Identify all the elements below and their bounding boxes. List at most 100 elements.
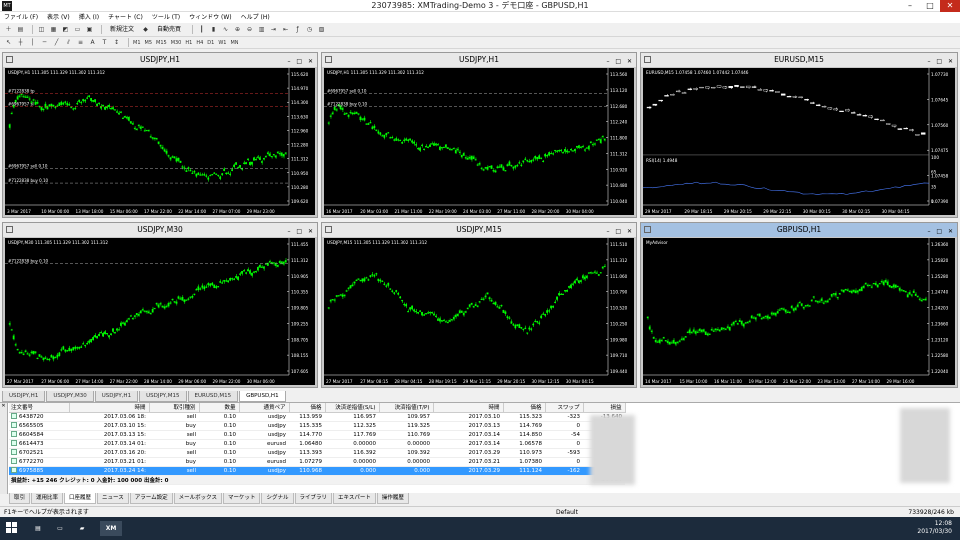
chart-shift-icon[interactable]: ⇤ bbox=[281, 25, 290, 34]
menu-view[interactable]: 表示 (V) bbox=[47, 12, 70, 23]
market-watch-icon[interactable]: ◫ bbox=[37, 25, 46, 34]
indicators-icon[interactable]: ƒ bbox=[293, 25, 302, 34]
chart-svg[interactable]: 113.560 113.120 112.680 112.240 111.800 111.3… bbox=[324, 68, 634, 215]
auto-scroll-icon[interactable]: ⇥ bbox=[269, 25, 278, 34]
timeframe-h4[interactable]: H4 bbox=[196, 40, 203, 46]
terminal-tab[interactable]: マーケット bbox=[222, 493, 261, 504]
chart-title-bar[interactable]: EURUSD,M15 – □ ✕ bbox=[641, 53, 957, 67]
channel-icon[interactable]: ⫽ bbox=[64, 38, 73, 47]
timeframe-mn[interactable]: MN bbox=[230, 40, 238, 46]
column-header[interactable]: 決済逆指値(S/L) bbox=[325, 403, 380, 413]
table-row[interactable]: 6702521 2017.03.16 20: sell 0.10 usdjpy 113.3… bbox=[9, 448, 625, 458]
chart-svg[interactable]: 111.455 111.312 110.905 110.355 109.805 109.2… bbox=[5, 238, 315, 385]
horizontal-line-icon[interactable]: ─ bbox=[40, 38, 49, 47]
chart-tab[interactable]: USDJPY,M30 bbox=[46, 391, 94, 402]
tester-icon[interactable]: ▣ bbox=[85, 25, 94, 34]
timeframe-h1[interactable]: H1 bbox=[185, 40, 192, 46]
chart-svg[interactable]: 1.077301.076451.075601.074751.074581.073… bbox=[643, 68, 955, 215]
chart-tab-active[interactable]: GBPUSD,H1 bbox=[239, 391, 286, 402]
chart-title-bar[interactable]: GBPUSD,H1 – □ ✕ bbox=[641, 223, 957, 237]
chart-title-bar[interactable]: USDJPY,H1 – □ ✕ bbox=[322, 53, 636, 67]
label-icon[interactable]: T bbox=[100, 38, 109, 47]
column-header[interactable]: 価格 bbox=[289, 403, 326, 413]
column-header[interactable]: 時間 bbox=[433, 403, 504, 413]
chart-title-bar[interactable]: USDJPY,M30 – □ ✕ bbox=[3, 223, 317, 237]
fibo-icon[interactable]: ≡ bbox=[76, 38, 85, 47]
table-row[interactable]: 6604584 2017.03.13 15: sell 0.10 usdjpy 114.7… bbox=[9, 430, 625, 440]
timeframe-m1[interactable]: M1 bbox=[133, 40, 141, 46]
column-header[interactable]: 取引種別 bbox=[149, 403, 200, 413]
crosshair-icon[interactable]: ┼ bbox=[16, 38, 25, 47]
zoom-in-icon[interactable]: ⊕ bbox=[233, 25, 242, 34]
chart-window[interactable]: USDJPY,M15 – □ ✕ 111.510 111.312 111.060 110… bbox=[321, 222, 637, 388]
chart-title-bar[interactable]: USDJPY,H1 – □ ✕ bbox=[3, 53, 317, 67]
chart-plot[interactable]: 113.560 113.120 112.680 112.240 111.800 111.3… bbox=[324, 68, 634, 215]
terminal-tab[interactable]: シグナル bbox=[261, 493, 294, 504]
table-row[interactable]: 6772270 2017.03.21 01: buy 0.10 eurusd 1.0727… bbox=[9, 457, 625, 467]
periods-icon[interactable]: ◷ bbox=[305, 25, 314, 34]
column-header[interactable]: 決済指値(T/P) bbox=[379, 403, 434, 413]
text-icon[interactable]: A bbox=[88, 38, 97, 47]
terminal-tab[interactable]: アラーム設定 bbox=[129, 493, 173, 504]
terminal-tab[interactable]: メールボックス bbox=[173, 493, 222, 504]
chart-window-buttons[interactable]: – □ ✕ bbox=[606, 55, 634, 69]
terminal-tab[interactable]: 運用比率 bbox=[31, 493, 64, 504]
timeframe-d1[interactable]: D1 bbox=[207, 40, 214, 46]
timeframe-m5[interactable]: M5 bbox=[145, 40, 153, 46]
menu-window[interactable]: ウィンドウ (W) bbox=[189, 12, 232, 23]
chart-plot[interactable]: 1.07730 1.07645 1.07560 1.07475 1.07458 1.073… bbox=[643, 68, 955, 215]
chart-window[interactable]: USDJPY,H1 – □ ✕ 115.620 114.970 114.300 113.… bbox=[2, 52, 318, 218]
menu-help[interactable]: ヘルプ (H) bbox=[241, 12, 270, 23]
table-row[interactable]: 6975885 2017.03.24 14: sell 0.10 usdjpy 110.9… bbox=[9, 466, 625, 476]
tile-windows-icon[interactable]: ▥ bbox=[257, 25, 266, 34]
terminal-tab[interactable]: エキスパート bbox=[333, 493, 376, 504]
metaeditor-icon[interactable]: ◆ bbox=[141, 25, 150, 34]
profiles-icon[interactable]: ▤ bbox=[16, 25, 25, 34]
arrows-icon[interactable]: ↕ bbox=[112, 38, 121, 47]
column-header[interactable]: 数量 bbox=[199, 403, 240, 413]
chart-title-bar[interactable]: USDJPY,M15 – □ ✕ bbox=[322, 223, 636, 237]
line-chart-icon[interactable]: ∿ bbox=[221, 25, 230, 34]
data-window-icon[interactable]: ▦ bbox=[49, 25, 58, 34]
terminal-tab[interactable]: ライブラリ bbox=[294, 493, 333, 504]
chart-tab[interactable]: USDJPY,H1 bbox=[94, 391, 139, 402]
table-row[interactable]: 6614473 2017.03.14 01: buy 0.10 eurusd 1.0648… bbox=[9, 439, 625, 449]
terminal-icon[interactable]: ▭ bbox=[73, 25, 82, 34]
chart-plot[interactable]: 111.455 111.312 110.905 110.355 109.805 109.2… bbox=[5, 238, 315, 385]
candle-chart-icon[interactable]: ▮ bbox=[209, 25, 218, 34]
chart-window[interactable]: USDJPY,H1 – □ ✕ 113.560 113.120 112.680 112.… bbox=[321, 52, 637, 218]
column-header[interactable]: 時間 bbox=[69, 403, 150, 413]
chart-plot[interactable]: 1.26360 1.25820 1.25280 1.24740 1.24203 1.236… bbox=[643, 238, 955, 385]
chart-window-active[interactable]: GBPUSD,H1 – □ ✕ 1.26360 1.25820 1.25280 1.24… bbox=[640, 222, 958, 388]
table-row[interactable]: 6565505 2017.03.10 15: buy 0.10 usdjpy 115.33… bbox=[9, 421, 625, 431]
menu-insert[interactable]: 挿入 (I) bbox=[79, 12, 99, 23]
timeframe-m15[interactable]: M15 bbox=[156, 40, 167, 46]
auto-trading-button[interactable]: 自動売買 bbox=[153, 24, 185, 36]
menu-chart[interactable]: チャート (C) bbox=[108, 12, 143, 23]
chart-tab[interactable]: USDJPY,H1 bbox=[2, 391, 46, 402]
timeframe-m30[interactable]: M30 bbox=[171, 40, 182, 46]
maximize-icon[interactable]: □ bbox=[920, 0, 940, 12]
minimize-icon[interactable]: – bbox=[900, 0, 920, 12]
chart-svg[interactable]: 1.26360 1.25820 1.25280 1.24740 1.24203 1.236… bbox=[643, 238, 955, 385]
column-header[interactable]: 通貨ペア bbox=[239, 403, 290, 413]
terminal-app-icon[interactable]: ▭ bbox=[52, 521, 68, 536]
chart-tab[interactable]: EURUSD,M15 bbox=[187, 391, 239, 402]
terminal-tab[interactable]: 口座履歴 bbox=[64, 493, 97, 504]
xm-app-icon[interactable]: XM bbox=[100, 521, 122, 536]
new-order-button[interactable]: 新規注文 bbox=[106, 24, 138, 36]
chart-window-buttons[interactable]: – □ ✕ bbox=[606, 225, 634, 239]
column-header[interactable]: 価格 bbox=[503, 403, 546, 413]
terminal-tab[interactable]: 操作履歴 bbox=[376, 493, 409, 504]
terminal-tab[interactable]: ニュース bbox=[97, 493, 129, 504]
chart-tab[interactable]: USDJPY,M15 bbox=[139, 391, 187, 402]
zoom-out-icon[interactable]: ⊖ bbox=[245, 25, 254, 34]
chart-window-buttons[interactable]: – □ ✕ bbox=[927, 55, 955, 69]
chart-window[interactable]: USDJPY,M30 – □ ✕ 111.455 111.312 110.905 110… bbox=[2, 222, 318, 388]
chart-plot[interactable]: 115.620 114.970 114.300 113.630 112.960 112.2… bbox=[5, 68, 315, 215]
windows-start-icon[interactable] bbox=[6, 522, 18, 534]
chart-window-buttons[interactable]: – □ ✕ bbox=[287, 55, 315, 69]
explorer-icon[interactable]: ▤ bbox=[30, 521, 46, 536]
column-header[interactable]: 損益 bbox=[583, 403, 626, 413]
templates-icon[interactable]: ▧ bbox=[317, 25, 326, 34]
